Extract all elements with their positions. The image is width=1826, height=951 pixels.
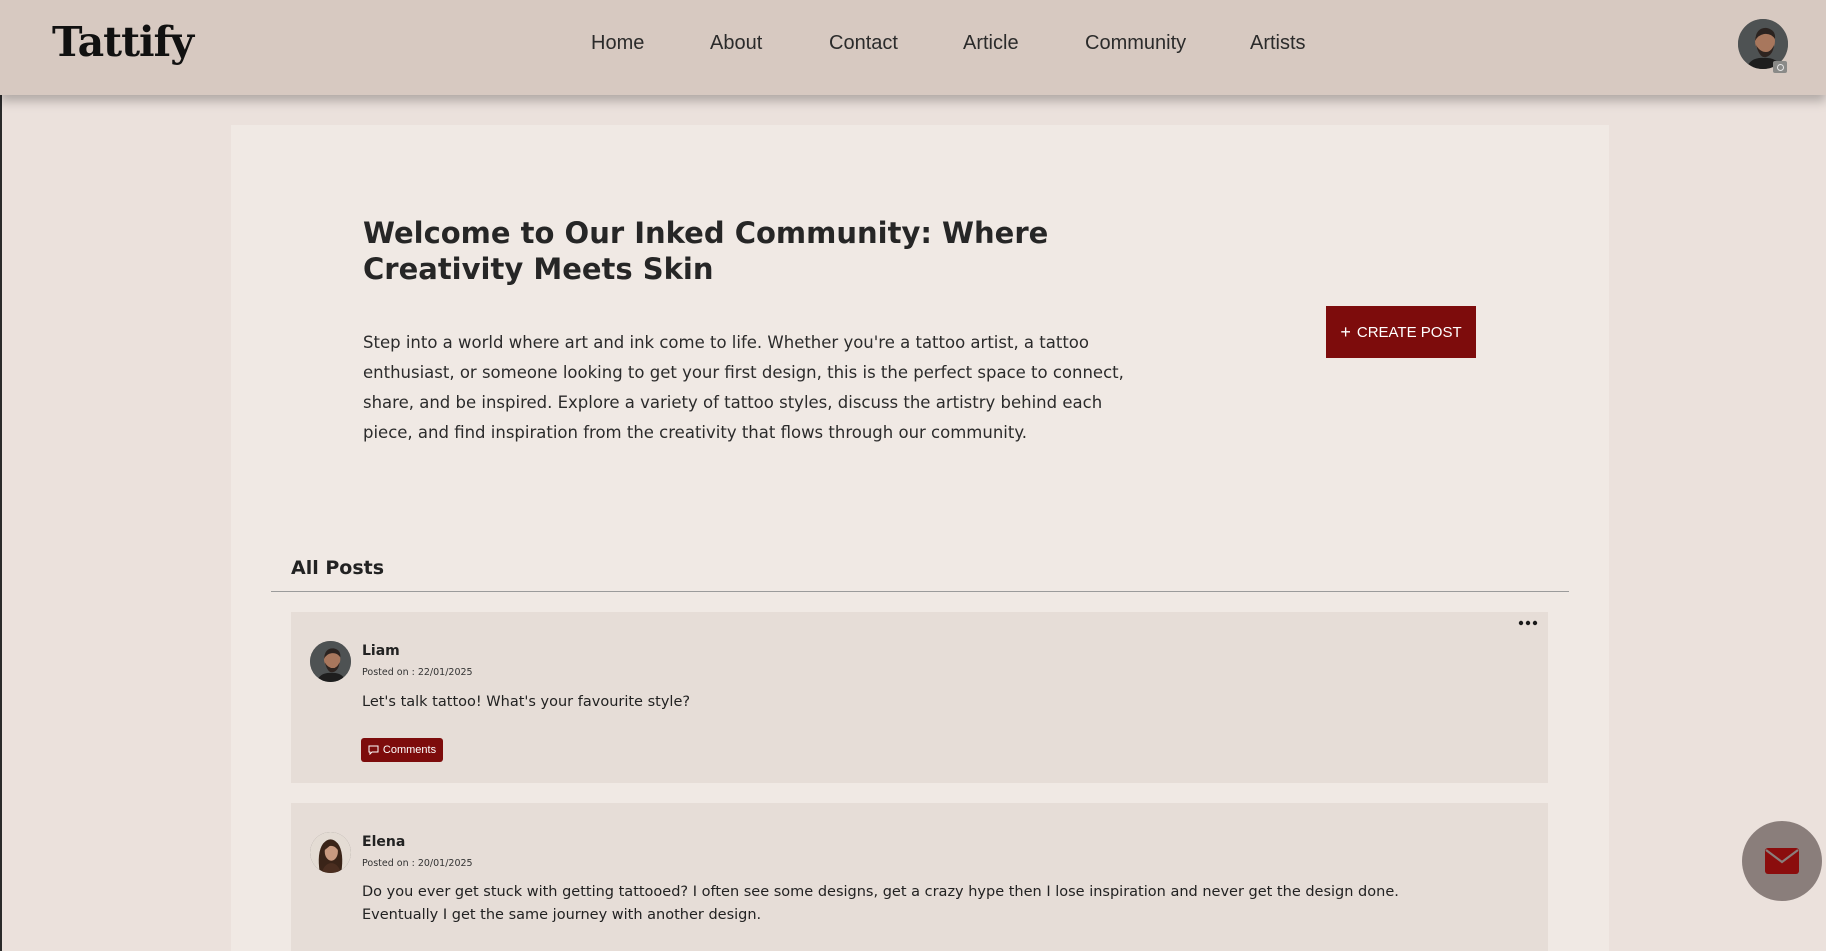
create-post-label: CREATE POST — [1356, 323, 1462, 341]
create-post-button[interactable]: + CREATE POST — [1326, 306, 1476, 358]
mail-icon — [1765, 848, 1799, 874]
page-title: Welcome to Our Inked Community: Where Cr… — [363, 216, 1049, 286]
top-navbar: Tattify Home About Contact Article Commu… — [0, 0, 1826, 95]
nav-article[interactable]: Article — [963, 32, 1019, 55]
post-date: Posted on : 20/01/2025 — [362, 858, 473, 869]
section-divider — [271, 591, 1569, 592]
post-date: Posted on : 22/01/2025 — [362, 667, 473, 678]
post-author[interactable]: Elena — [362, 834, 405, 850]
more-options-icon[interactable] — [1518, 620, 1538, 626]
nav-about[interactable]: About — [710, 32, 762, 55]
avatar-photo — [310, 641, 351, 682]
intro-text: Step into a world where art and ink come… — [363, 333, 1124, 442]
nav-home[interactable]: Home — [591, 32, 644, 55]
window-edge — [0, 0, 2, 951]
comment-icon — [368, 745, 379, 755]
all-posts-heading: All Posts — [291, 557, 385, 579]
post-author[interactable]: Liam — [362, 643, 400, 659]
post-body: Let's talk tattoo! What's your favourite… — [362, 694, 691, 710]
post-author-avatar[interactable] — [310, 641, 351, 682]
message-button[interactable] — [1742, 821, 1822, 901]
avatar-photo — [310, 832, 351, 873]
post-card: Liam Posted on : 22/01/2025 Let's talk t… — [291, 612, 1548, 783]
nav-community[interactable]: Community — [1085, 32, 1186, 55]
main-nav: Home About Contact Article Community Art… — [0, 0, 1826, 95]
comments-button[interactable]: Comments — [361, 738, 443, 762]
post-card: Elena Posted on : 20/01/2025 Do you ever… — [291, 803, 1548, 951]
comments-label: Comments — [382, 744, 437, 756]
nav-contact[interactable]: Contact — [829, 32, 898, 55]
post-author-avatar[interactable] — [310, 832, 351, 873]
post-body: Do you ever get stuck with getting tatto… — [362, 884, 1399, 923]
plus-icon: + — [1340, 322, 1351, 342]
community-panel: Welcome to Our Inked Community: Where Cr… — [231, 125, 1609, 951]
camera-icon[interactable] — [1773, 61, 1787, 73]
nav-artists[interactable]: Artists — [1250, 32, 1306, 55]
